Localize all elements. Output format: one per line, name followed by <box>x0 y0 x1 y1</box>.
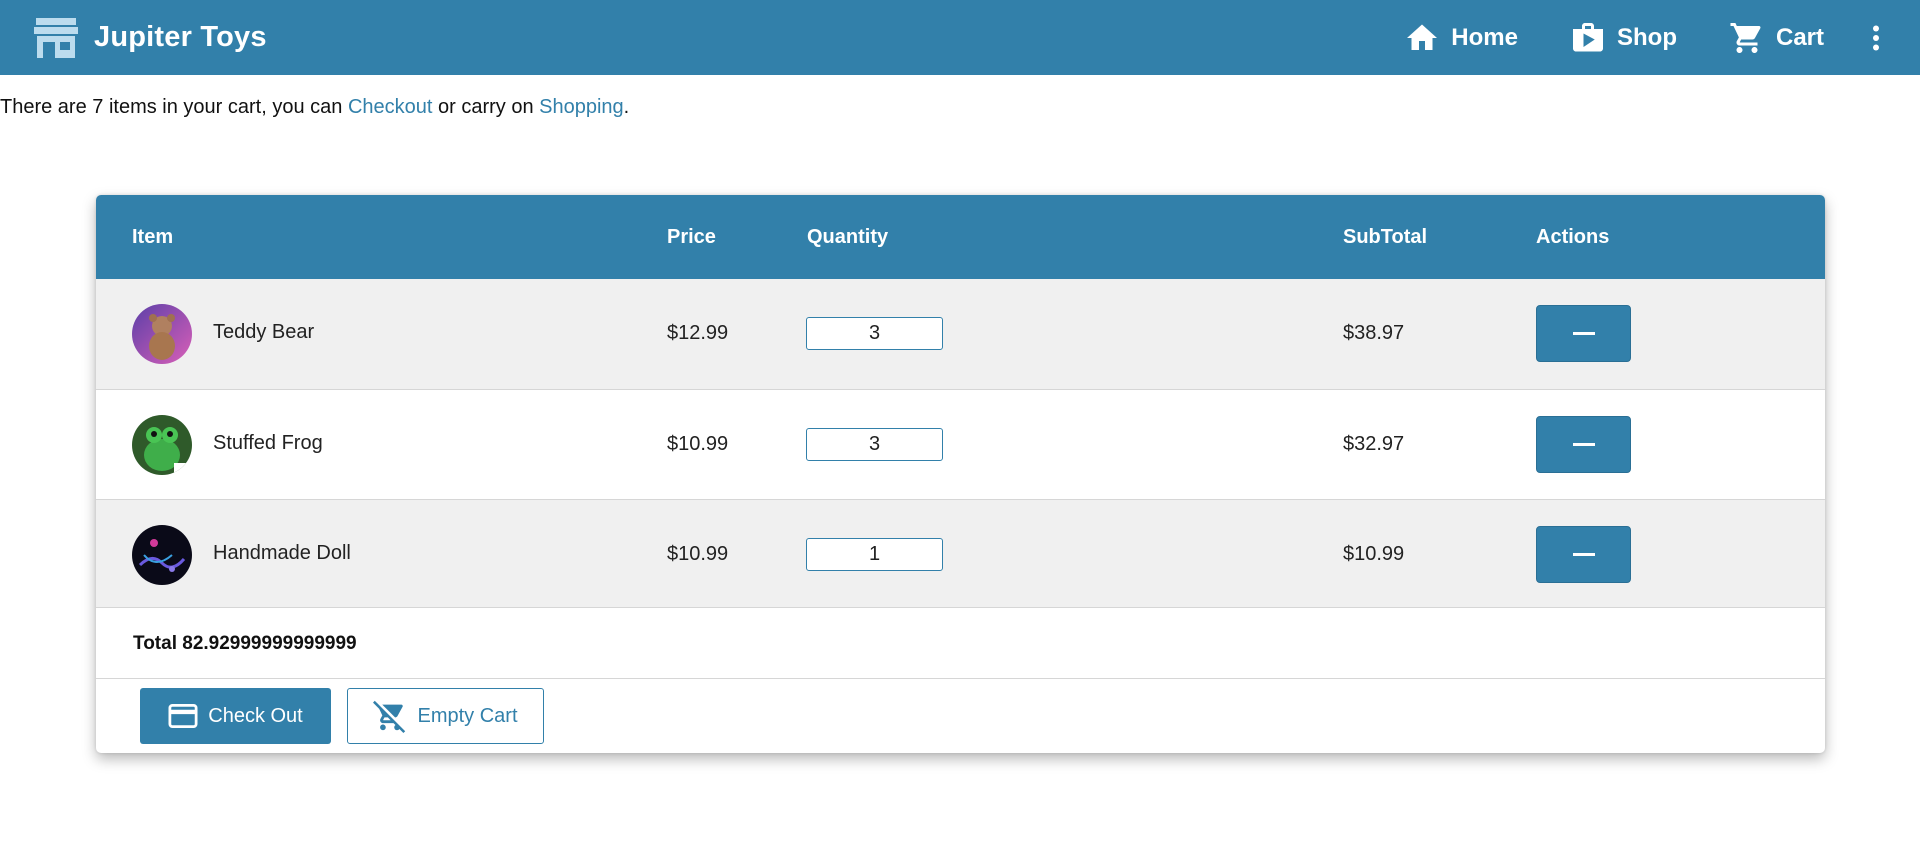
nav-home-label: Home <box>1451 23 1518 51</box>
intro-prefix: There are 7 items in your cart, you can <box>0 96 348 118</box>
remove-item-button[interactable] <box>1536 416 1631 473</box>
header-quantity: Quantity <box>807 226 889 248</box>
nav-home-link[interactable]: Home <box>1404 0 1518 75</box>
item-price: $10.99 <box>667 543 729 565</box>
item-price: $12.99 <box>667 322 729 344</box>
intro-middle: or carry on <box>432 96 540 118</box>
check-out-label: Check Out <box>208 704 303 727</box>
more-menu-button[interactable] <box>1864 18 1888 58</box>
item-subtotal: $32.97 <box>1343 433 1405 455</box>
table-row: Teddy Bear $12.99 $38.97 <box>96 279 1825 389</box>
nav-shop-label: Shop <box>1616 23 1677 51</box>
item-subtotal: $10.99 <box>1343 543 1405 565</box>
table-header: Item Price Quantity SubTotal Actions <box>96 195 1825 279</box>
table-row: Stuffed Frog $10.99 $32.97 <box>96 389 1825 499</box>
total-row: Total 82.92999999999999 <box>96 607 1825 679</box>
table-row: Handmade Doll $10.99 $10.99 <box>96 499 1825 609</box>
item-name: Handmade Doll <box>213 542 351 564</box>
empty-cart-label: Empty Cart <box>417 704 518 727</box>
header-subtotal: SubTotal <box>1343 226 1428 248</box>
header-item: Item <box>132 226 174 248</box>
quantity-input[interactable] <box>806 428 943 461</box>
teddy-bear-thumbnail <box>132 304 192 364</box>
more-vert-icon <box>1873 25 1879 50</box>
header-price: Price <box>667 226 716 248</box>
header-actions: Actions <box>1536 226 1610 248</box>
item-name: Stuffed Frog <box>213 432 323 454</box>
cart-summary-text: There are 7 items in your cart, you can … <box>0 96 629 119</box>
check-out-button[interactable]: Check Out <box>140 688 331 744</box>
stuffed-frog-thumbnail <box>132 415 192 475</box>
store-icon <box>34 17 78 58</box>
nav-cart-label: Cart <box>1775 23 1824 51</box>
nav-cart-link[interactable]: Cart <box>1729 0 1824 75</box>
item-name: Teddy Bear <box>213 321 315 343</box>
shop-icon <box>1572 22 1603 51</box>
remove-icon <box>1572 332 1595 335</box>
app-title: Jupiter Toys <box>94 21 267 53</box>
remove-icon <box>1572 553 1595 556</box>
quantity-input[interactable] <box>806 317 943 350</box>
checkout-link[interactable]: Checkout <box>348 96 433 118</box>
nav-shop-link[interactable]: Shop <box>1570 0 1677 75</box>
quantity-input[interactable] <box>806 538 943 571</box>
main-nav: Home Shop Cart <box>1404 0 1920 75</box>
item-subtotal: $38.97 <box>1343 322 1405 344</box>
remove-shopping-cart-icon <box>373 700 406 733</box>
brand[interactable]: Jupiter Toys <box>34 17 267 58</box>
cart-icon <box>1730 22 1761 53</box>
handmade-doll-thumbnail <box>132 525 192 585</box>
remove-icon <box>1572 443 1595 446</box>
cart-table-card: Item Price Quantity SubTotal Actions Ted… <box>96 195 1825 753</box>
remove-item-button[interactable] <box>1536 526 1631 583</box>
credit-card-icon <box>168 704 198 728</box>
item-price: $10.99 <box>667 433 729 455</box>
empty-cart-button[interactable]: Empty Cart <box>347 688 544 744</box>
home-icon <box>1407 24 1438 50</box>
shopping-link[interactable]: Shopping <box>539 96 624 118</box>
remove-item-button[interactable] <box>1536 305 1631 362</box>
app-toolbar: Jupiter Toys Home Shop Cart <box>0 0 1920 75</box>
cart-total: Total 82.92999999999999 <box>133 633 357 654</box>
intro-suffix: . <box>623 96 630 118</box>
